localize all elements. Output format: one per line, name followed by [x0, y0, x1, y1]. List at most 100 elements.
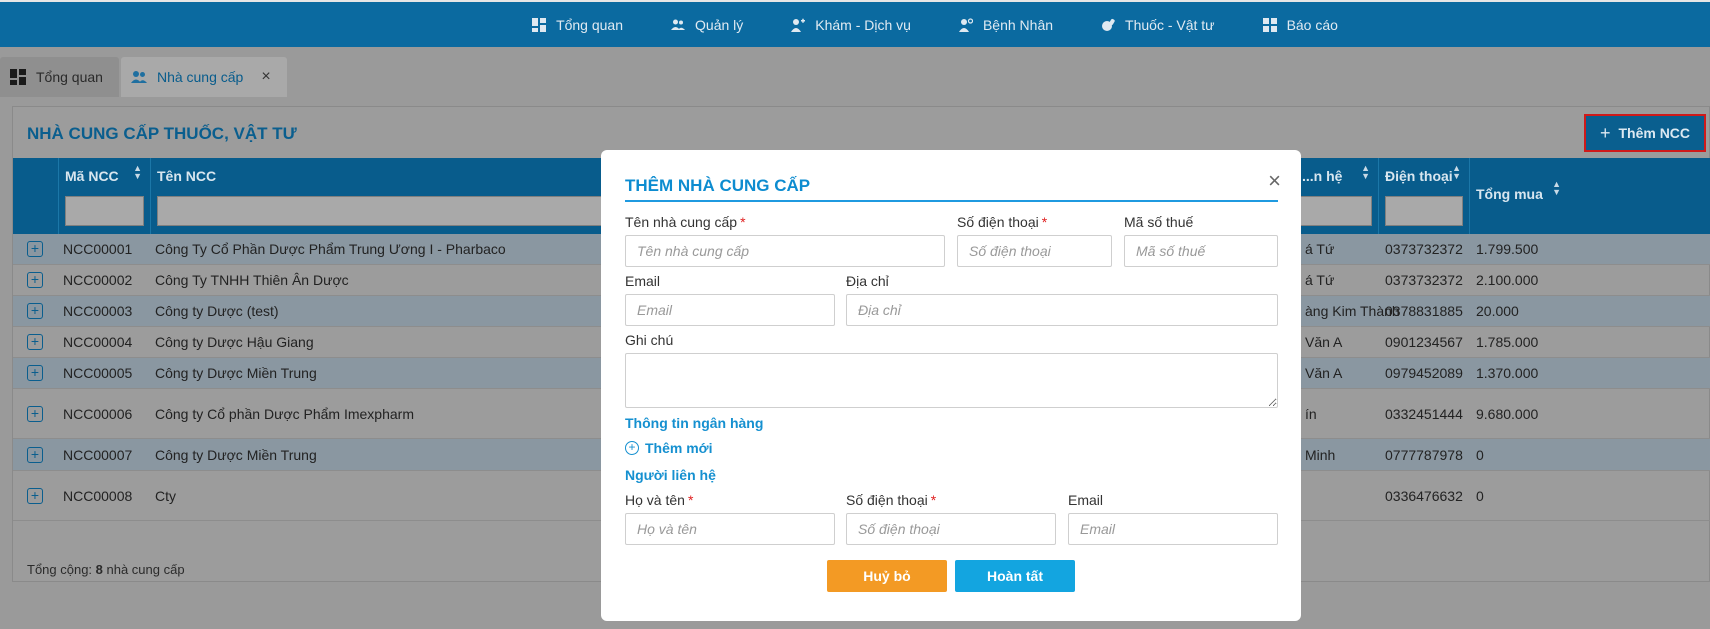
- cell-total: 9.680.000: [1476, 406, 1539, 422]
- table-footer: Tổng cộng: 8 nhà cung cấp: [27, 562, 185, 577]
- plus-icon: +: [1599, 122, 1611, 143]
- nav-label: Thuốc - Vật tư: [1125, 16, 1215, 33]
- submit-button[interactable]: Hoàn tất: [955, 560, 1075, 592]
- cell-code: NCC00006: [63, 406, 133, 422]
- cell-code: NCC00004: [63, 334, 133, 350]
- nav-label: Quản lý: [695, 16, 744, 33]
- cell-contact: ín: [1305, 406, 1317, 422]
- tab-label: Tổng quan: [36, 69, 103, 85]
- nav-label: Báo cáo: [1286, 16, 1338, 33]
- required-mark: *: [740, 214, 746, 230]
- supplier-name-input[interactable]: [625, 235, 945, 267]
- close-tab-icon[interactable]: ×: [261, 68, 270, 86]
- header-total[interactable]: Tổng mua ▲ ▼: [1470, 158, 1710, 234]
- tax-code-input[interactable]: [1124, 235, 1278, 267]
- email-label: Email: [625, 273, 661, 289]
- expand-row-icon[interactable]: +: [27, 488, 43, 504]
- cell-total: 20.000: [1476, 303, 1519, 319]
- nav-item-medicine[interactable]: Thuốc - Vật tư: [1101, 17, 1215, 33]
- sort-icon[interactable]: ▲ ▼: [1452, 164, 1461, 181]
- nav-label: Khám - Dịch vụ: [815, 16, 911, 33]
- contact-fullname-input[interactable]: [625, 513, 835, 545]
- header-label: ...n hệ: [1302, 168, 1343, 184]
- tab-label: Nhà cung cấp: [156, 69, 244, 85]
- label-text: Tên nhà cung cấp: [625, 214, 738, 230]
- footer-count: 8: [95, 562, 103, 577]
- cell-phone: 0378831885: [1385, 303, 1463, 319]
- sort-icon[interactable]: ▲ ▼: [1552, 180, 1561, 197]
- cell-name: Công ty Dược (test): [155, 303, 279, 319]
- nav-label: Tổng quan: [556, 16, 624, 33]
- cell-contact: á Tứ: [1305, 241, 1335, 257]
- nav-label: Bệnh Nhân: [982, 16, 1054, 33]
- expand-row-icon[interactable]: +: [27, 241, 43, 257]
- filter-phone-input[interactable]: [1385, 196, 1463, 226]
- expand-row-icon[interactable]: +: [27, 272, 43, 288]
- nav-item-management[interactable]: Quản lý: [671, 17, 743, 33]
- add-supplier-modal: THÊM NHÀ CUNG CẤP × Tên nhà cung cấp* Số…: [601, 150, 1301, 621]
- email-input[interactable]: [625, 294, 835, 326]
- tab-suppliers[interactable]: Nhà cung cấp ×: [120, 57, 287, 97]
- filter-code-input[interactable]: [65, 196, 144, 226]
- required-mark: *: [687, 492, 694, 508]
- cell-total: 2.100.000: [1476, 272, 1539, 288]
- header-phone[interactable]: Điện thoại ▲ ▼: [1379, 158, 1470, 234]
- sort-icon[interactable]: ▲ ▼: [133, 164, 142, 181]
- cell-name: Công Ty Cổ Phần Dược Phẩm Trung Ương I -…: [155, 241, 506, 257]
- nav-item-patients[interactable]: Bệnh Nhân: [958, 16, 1054, 33]
- label-text: Số điện thoại: [957, 214, 1039, 230]
- cell-total: 1.785.000: [1476, 334, 1539, 350]
- title-divider: [625, 200, 1278, 202]
- users-icon: [130, 71, 147, 83]
- close-icon[interactable]: ×: [1268, 168, 1281, 194]
- cell-total: 1.799.500: [1476, 241, 1539, 257]
- contact-email-input[interactable]: [1068, 513, 1278, 545]
- expand-row-icon[interactable]: +: [27, 334, 43, 350]
- add-supplier-button[interactable]: + Thêm NCC: [1584, 114, 1706, 152]
- cancel-button[interactable]: Huỷ bỏ: [827, 560, 947, 592]
- cell-name: Công ty Cổ phần Dược Phẩm Imexpharm: [155, 406, 414, 422]
- phone-input[interactable]: [957, 235, 1112, 267]
- address-input[interactable]: [846, 294, 1278, 326]
- header-code[interactable]: Mã NCC ▲ ▼: [59, 158, 151, 234]
- cell-phone: 0979452089: [1385, 365, 1463, 381]
- cell-code: NCC00008: [63, 488, 133, 504]
- tax-code-label: Mã số thuế: [1124, 214, 1194, 230]
- footer-suffix: nhà cung cấp: [102, 562, 185, 577]
- main-nav: Tổng quan Quản lý Khám - Dịch vụ Bệnh Nh…: [0, 2, 1710, 47]
- expand-row-icon[interactable]: +: [27, 365, 43, 381]
- modal-title: THÊM NHÀ CUNG CẤP: [625, 176, 811, 195]
- note-textarea[interactable]: [625, 353, 1278, 408]
- dashboard-icon: [532, 17, 547, 32]
- sort-icon[interactable]: ▲ ▼: [1361, 164, 1370, 181]
- expand-row-icon[interactable]: +: [27, 447, 43, 463]
- nav-item-overview[interactable]: Tổng quan: [532, 17, 623, 33]
- nav-item-reports[interactable]: Báo cáo: [1262, 16, 1338, 33]
- cell-code: NCC00003: [63, 303, 133, 319]
- cell-code: NCC00001: [63, 241, 133, 257]
- nav-item-exam-service[interactable]: Khám - Dịch vụ: [791, 17, 911, 33]
- cell-name: Công ty Dược Miền Trung: [155, 365, 317, 381]
- page-title: NHÀ CUNG CẤP THUỐC, VẬT TƯ: [27, 124, 297, 143]
- cell-contact: Minh: [1305, 447, 1336, 463]
- expand-row-icon[interactable]: +: [27, 406, 43, 422]
- required-mark: *: [1041, 214, 1048, 230]
- doctor-icon: [791, 18, 806, 32]
- cell-code: NCC00005: [63, 365, 133, 381]
- tab-overview[interactable]: Tổng quan: [0, 57, 119, 97]
- header-expand-col: [13, 158, 59, 234]
- users-icon: [671, 19, 686, 30]
- plus-circle-icon: +: [625, 441, 639, 455]
- cell-contact: Văn A: [1305, 334, 1343, 350]
- cell-phone: 0332451444: [1385, 406, 1463, 422]
- label-text: Số điện thoại: [846, 492, 928, 508]
- fullname-label: Họ và tên *: [625, 492, 693, 508]
- cell-phone: 0373732372: [1385, 272, 1463, 288]
- expand-row-icon[interactable]: +: [27, 303, 43, 319]
- contact-phone-input[interactable]: [846, 513, 1056, 545]
- note-label: Ghi chú: [625, 332, 674, 348]
- add-bank-button[interactable]: + Thêm mới: [625, 440, 713, 456]
- supplier-name-label: Tên nhà cung cấp *: [625, 214, 746, 230]
- cell-total: 0: [1476, 447, 1484, 463]
- cell-phone: 0336476632: [1385, 488, 1463, 504]
